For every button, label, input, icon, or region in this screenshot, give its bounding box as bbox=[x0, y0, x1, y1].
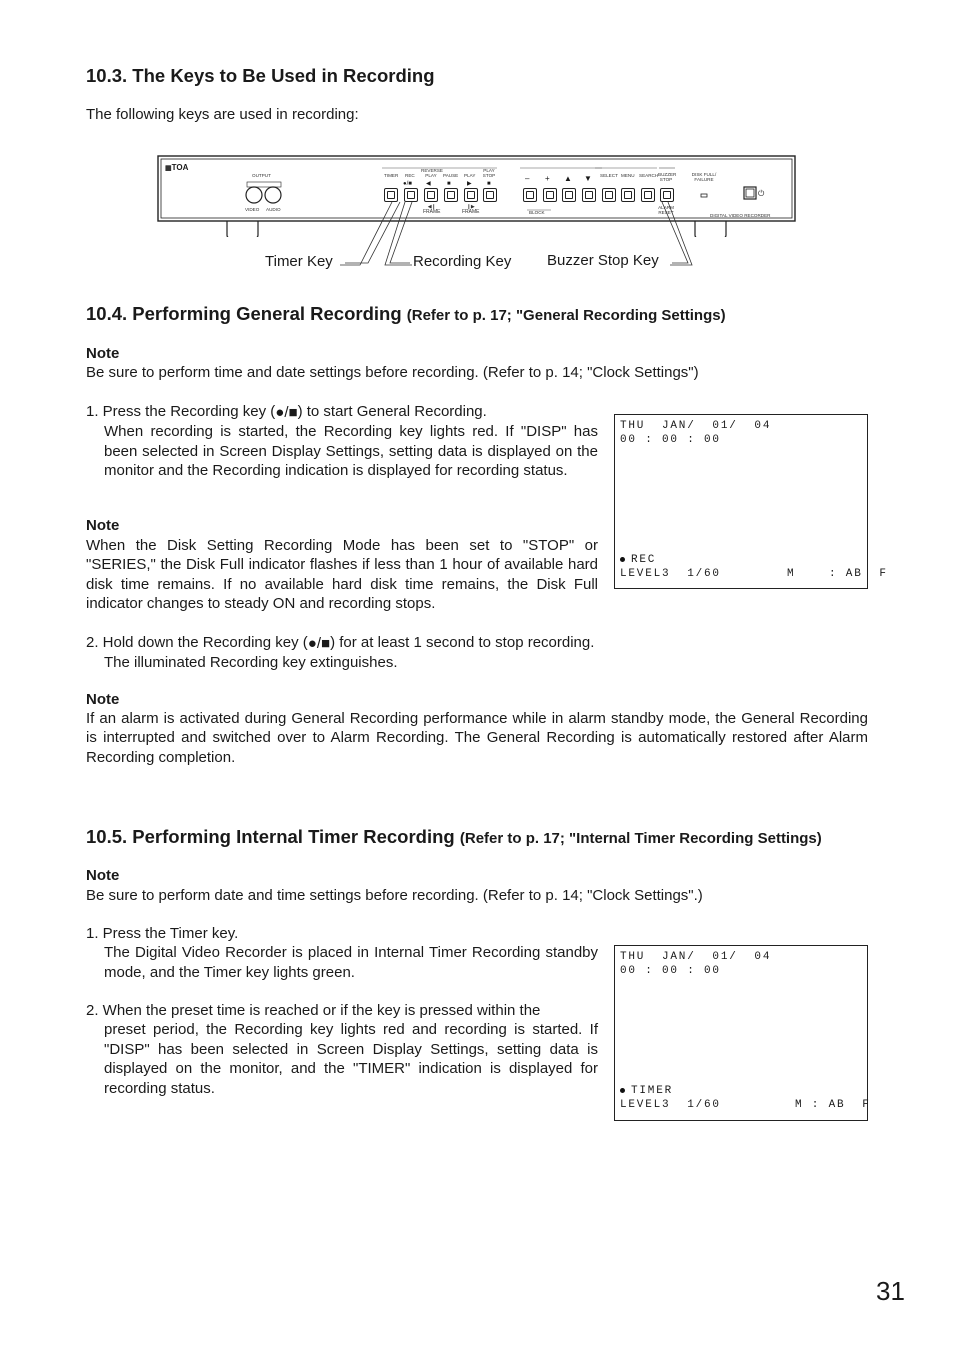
note-title: Note bbox=[86, 691, 120, 708]
section-heading-general: 10.4. Performing General Recording (Refe… bbox=[86, 303, 726, 324]
status-dot-icon bbox=[620, 1087, 625, 1093]
rec-stop-icon: ●/■ bbox=[307, 635, 331, 652]
screen-status: REC bbox=[620, 554, 656, 566]
timer-step-2: 2. When the preset time is reached or if… bbox=[86, 1002, 598, 1097]
callout-buzzer-stop-key: Buzzer Stop Key bbox=[547, 252, 659, 269]
screen-status: TIMER bbox=[620, 1085, 673, 1097]
heading-ref: (Refer to p. 17; "General Recording Sett… bbox=[406, 307, 726, 324]
note-title: Note bbox=[86, 345, 120, 362]
general-step-1: 1. Press the Recording key (●/■) to star… bbox=[86, 403, 598, 480]
status-dot-icon bbox=[620, 556, 625, 562]
screen-level: LEVEL3 1/60 bbox=[620, 1099, 721, 1111]
screen-time: 00 : 00 : 00 bbox=[620, 434, 721, 446]
note-text: If an alarm is activated during General … bbox=[86, 710, 868, 766]
monitor-display-rec: THU JAN/ 01/ 04 00 : 00 : 00 REC LEVEL3 … bbox=[614, 414, 886, 589]
screen-time: 00 : 00 : 00 bbox=[620, 965, 721, 977]
timer-step-1: 1. Press the Timer key. The Digital Vide… bbox=[86, 925, 598, 981]
callout-timer-key: Timer Key bbox=[265, 253, 333, 270]
callout-recording-key: Recording Key bbox=[413, 253, 512, 270]
screen-mode: M : AB F bbox=[787, 568, 888, 580]
section-heading-timer: 10.5. Performing Internal Timer Recordin… bbox=[86, 826, 822, 847]
screen-date: THU JAN/ 01/ 04 bbox=[620, 951, 772, 963]
screen-date: THU JAN/ 01/ 04 bbox=[620, 420, 772, 432]
note-text: When the Disk Setting Recording Mode has… bbox=[86, 537, 598, 613]
general-step-2: 2. Hold down the Recording key (●/■) for… bbox=[86, 634, 595, 672]
screen-level: LEVEL3 1/60 bbox=[620, 568, 721, 580]
monitor-display-timer: THU JAN/ 01/ 04 00 : 00 : 00 TIMER LEVEL… bbox=[614, 945, 871, 1121]
note-title: Note bbox=[86, 517, 120, 534]
note-text: Be sure to perform time and date setting… bbox=[86, 364, 699, 381]
screen-mode: M : AB F bbox=[795, 1099, 871, 1111]
heading-ref: (Refer to p. 17; "Internal Timer Recordi… bbox=[459, 830, 822, 847]
note-text: Be sure to perform date and time setting… bbox=[86, 887, 703, 904]
page-number: 31 bbox=[876, 1276, 905, 1306]
note-title: Note bbox=[86, 867, 120, 884]
rec-stop-icon: ●/■ bbox=[275, 404, 298, 421]
